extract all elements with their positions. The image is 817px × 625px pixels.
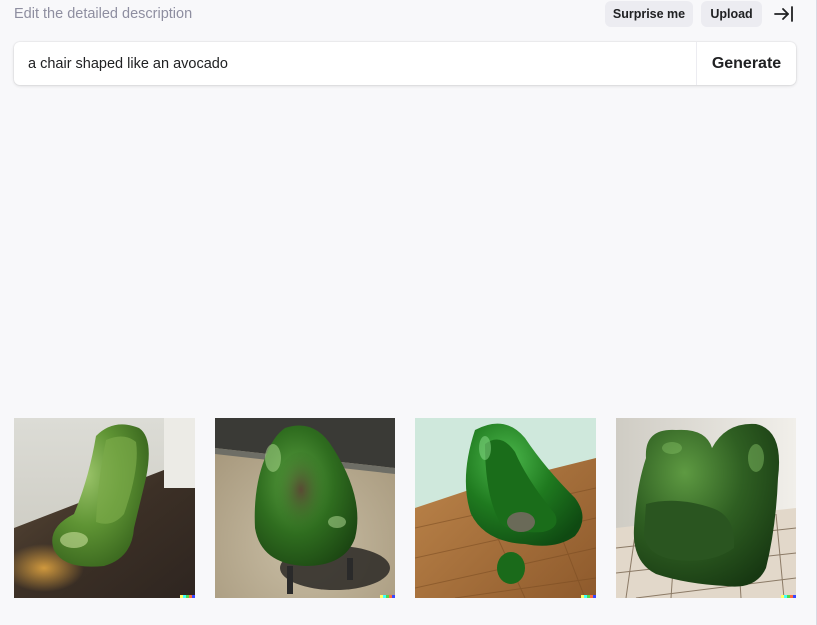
arrow-right-to-bar-icon[interactable] [772,3,796,25]
avocado-chair-image-1[interactable] [14,418,195,598]
upload-button[interactable]: Upload [701,1,762,27]
avocado-chair-image-2[interactable] [215,418,395,598]
avocado-chair-image-4[interactable] [616,418,796,598]
prompt-input[interactable] [14,42,696,85]
generate-button[interactable]: Generate [697,42,796,85]
dalle-editor: Edit the detailed description Surprise m… [0,0,817,625]
signature-mark [380,595,395,598]
prompt-bar: Generate [14,42,796,85]
signature-mark [781,595,796,598]
avocado-chair-image-3[interactable] [415,418,596,598]
surprise-me-button[interactable]: Surprise me [605,1,693,27]
signature-mark [180,595,195,598]
signature-mark [581,595,596,598]
prompt-heading: Edit the detailed description [14,6,193,22]
